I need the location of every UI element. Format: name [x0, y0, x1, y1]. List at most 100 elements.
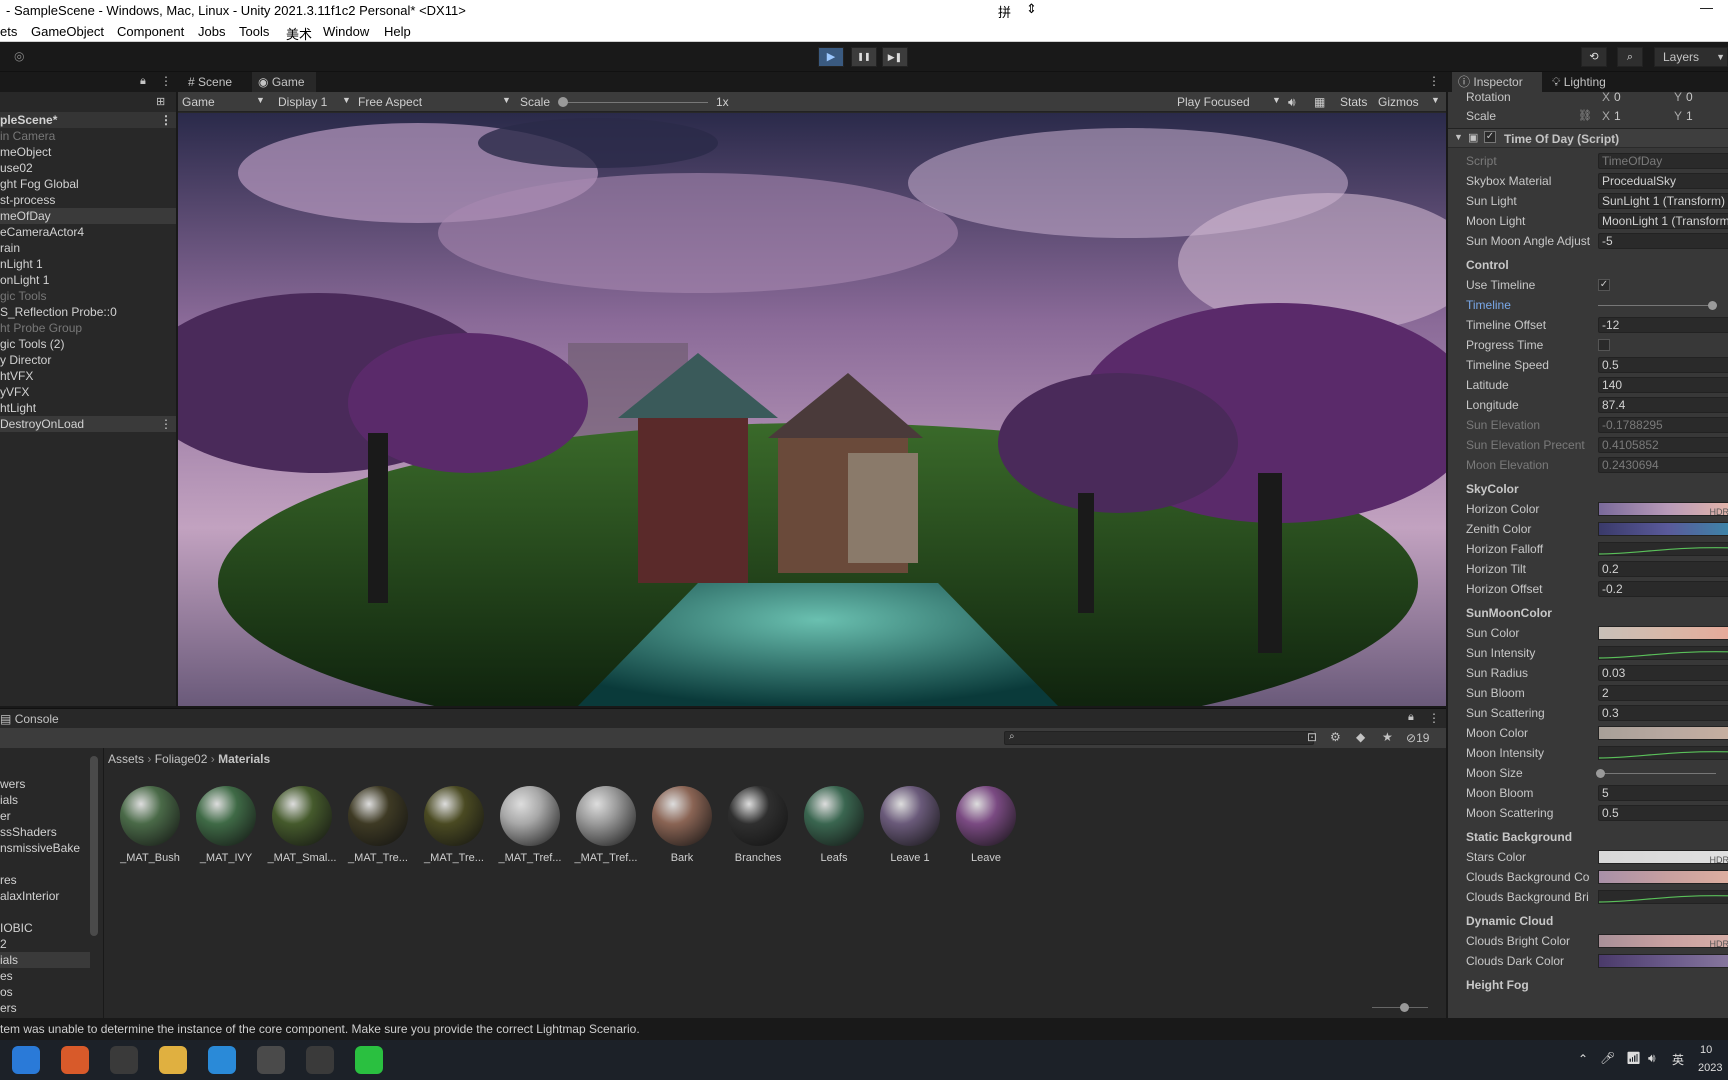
aspect-dropdown[interactable]: Free Aspect: [358, 95, 422, 109]
hierarchy-item[interactable]: in Camera: [0, 128, 176, 144]
minimize-button[interactable]: —: [1700, 0, 1713, 15]
account-icon[interactable]: ◎: [14, 49, 24, 63]
gradient-field[interactable]: HDR: [1598, 934, 1728, 949]
more-icon[interactable]: ⋮: [160, 416, 172, 432]
gradient-field[interactable]: [1598, 522, 1728, 536]
menu-tools[interactable]: Tools: [239, 24, 269, 39]
tab-scene[interactable]: # Scene: [182, 72, 250, 92]
project-tree-item[interactable]: res: [0, 872, 90, 888]
hierarchy-search[interactable]: ⊞: [0, 92, 176, 112]
slider-thumb[interactable]: [1708, 301, 1717, 310]
k-app-icon[interactable]: [12, 1046, 40, 1074]
project-tree-item[interactable]: es: [0, 968, 90, 984]
asset-item[interactable]: _MAT_Tre...: [342, 780, 414, 870]
project-tree-item[interactable]: os: [0, 984, 90, 1000]
recorder-app-icon[interactable]: [306, 1046, 334, 1074]
link-icon[interactable]: ⛓︎: [1578, 107, 1592, 125]
hidden-packages-icon[interactable]: ⊘19: [1406, 731, 1429, 745]
hierarchy-item[interactable]: rain: [0, 240, 176, 256]
asset-item[interactable]: Leave: [950, 780, 1022, 870]
project-search-input[interactable]: ⌕: [1004, 731, 1314, 745]
hierarchy-item[interactable]: meOfDay: [0, 208, 176, 224]
field-value[interactable]: -12: [1598, 317, 1728, 333]
hierarchy-item[interactable]: S_Reflection Probe::0: [0, 304, 176, 320]
field-value[interactable]: 0.5: [1598, 357, 1728, 373]
play-button[interactable]: ▶: [818, 47, 844, 67]
hierarchy-item[interactable]: gic Tools: [0, 288, 176, 304]
history-icon[interactable]: ⟲: [1581, 47, 1607, 67]
hierarchy-item[interactable]: gic Tools (2): [0, 336, 176, 352]
rotation-y[interactable]: 0: [1686, 88, 1693, 106]
hierarchy-item[interactable]: use02: [0, 160, 176, 176]
gizmos-button[interactable]: Gizmos: [1378, 95, 1419, 109]
project-tree-item[interactable]: wers: [0, 776, 90, 792]
field-value[interactable]: 2: [1598, 685, 1728, 701]
status-message[interactable]: tem was unable to determine the instance…: [0, 1022, 640, 1036]
ime-lang[interactable]: 英: [1672, 1051, 1684, 1068]
star-icon[interactable]: ★: [1382, 730, 1393, 744]
enabled-checkbox[interactable]: ✓: [1484, 131, 1496, 143]
more-icon[interactable]: ⋮: [1428, 711, 1440, 725]
field-value[interactable]: 5: [1598, 785, 1728, 801]
project-tree-item[interactable]: ials: [0, 952, 90, 968]
project-tree-item[interactable]: alaxInterior: [0, 888, 90, 904]
asset-item[interactable]: Leave 1: [874, 780, 946, 870]
layout-icon[interactable]: ▦: [1314, 95, 1325, 109]
curve-field[interactable]: [1598, 646, 1728, 660]
more-icon[interactable]: ⋮: [160, 112, 172, 128]
field-value[interactable]: 0.2: [1598, 561, 1728, 577]
more-icon[interactable]: ⋮: [1428, 74, 1440, 88]
clock-time[interactable]: 10: [1700, 1044, 1712, 1056]
scale-slider[interactable]: [562, 102, 708, 103]
project-tree-item[interactable]: ssShaders: [0, 824, 90, 840]
label-icon[interactable]: ◆: [1356, 730, 1365, 744]
ime-indicator[interactable]: 拼: [998, 2, 1011, 21]
curve-field[interactable]: [1598, 746, 1728, 760]
display-dropdown[interactable]: Display 1: [278, 95, 327, 109]
hierarchy-item[interactable]: ght Fog Global: [0, 176, 176, 192]
save-search-icon[interactable]: ⊡: [1307, 730, 1317, 744]
slider-track[interactable]: [1598, 305, 1716, 306]
asset-item[interactable]: _MAT_Tref...: [570, 780, 642, 870]
field-value[interactable]: 140: [1598, 377, 1728, 393]
rotation-x[interactable]: 0: [1614, 88, 1621, 106]
game-render[interactable]: [178, 113, 1446, 706]
field-value[interactable]: ProcedualSky: [1598, 173, 1728, 189]
asset-item[interactable]: _MAT_Tref...: [494, 780, 566, 870]
hierarchy-item[interactable]: DestroyOnLoad ⋮: [0, 416, 176, 432]
tab-console[interactable]: ▤ Console: [0, 712, 59, 726]
folder-app-icon[interactable]: [159, 1046, 187, 1074]
project-tree-item[interactable]: 2: [0, 936, 90, 952]
filter-type-icon[interactable]: ⚙: [1330, 730, 1341, 744]
scale-slider-thumb[interactable]: [558, 97, 568, 107]
wifi-icon[interactable]: 📶︎: [1626, 1051, 1641, 1065]
gradient-field[interactable]: HDR: [1598, 502, 1728, 517]
lock-icon[interactable]: 🔒︎: [140, 75, 146, 88]
asset-item[interactable]: _MAT_Smal...: [266, 780, 338, 870]
filter-icon[interactable]: ⊞: [156, 95, 165, 108]
step-button[interactable]: ▶❚: [882, 47, 908, 67]
hierarchy-item[interactable]: onLight 1: [0, 272, 176, 288]
curve-field[interactable]: [1598, 890, 1728, 904]
field-value[interactable]: 0.5: [1598, 805, 1728, 821]
slider-track[interactable]: [1598, 773, 1716, 774]
hierarchy-item[interactable]: meObject: [0, 144, 176, 160]
project-tree-item[interactable]: IOBIC: [0, 920, 90, 936]
unity-app-icon[interactable]: [257, 1046, 285, 1074]
component-header[interactable]: ▼ ▣ ✓ Time Of Day (Script): [1448, 128, 1728, 148]
tab-game[interactable]: ◉ Game: [252, 72, 316, 92]
tree-scrollbar[interactable]: [90, 756, 98, 936]
project-tree-item[interactable]: [0, 856, 90, 872]
scale-y[interactable]: 1: [1686, 107, 1693, 125]
slider-thumb[interactable]: [1596, 769, 1605, 778]
field-value[interactable]: -0.2: [1598, 581, 1728, 597]
ime-chevron-icon[interactable]: ⇕: [1026, 1, 1037, 17]
box-app-icon[interactable]: [110, 1046, 138, 1074]
asset-item[interactable]: _MAT_Bush: [114, 780, 186, 870]
scale-x[interactable]: 1: [1614, 107, 1621, 125]
menu-jobs[interactable]: Jobs: [198, 24, 225, 39]
gradient-field[interactable]: [1598, 726, 1728, 740]
play-focused-dropdown[interactable]: Play Focused: [1177, 95, 1250, 109]
hierarchy-item[interactable]: htVFX: [0, 368, 176, 384]
layers-dropdown[interactable]: Layers ▼: [1654, 47, 1728, 67]
